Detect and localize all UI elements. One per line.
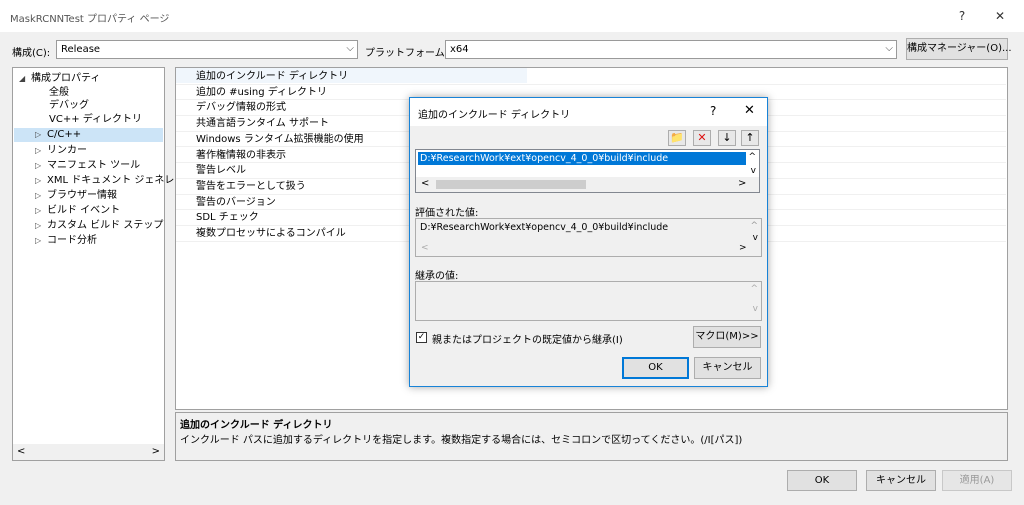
new-folder-icon[interactable]: 📁 [668,130,686,146]
help-button[interactable]: ? [952,6,972,26]
tree-item-label: マニフェスト ツール [47,160,141,171]
directory-entry[interactable]: D:¥ResearchWork¥ext¥opencv_4_0_0¥build¥i… [418,152,746,165]
description-title: 追加のインクルード ディレクトリ [180,420,333,431]
tree-item-label: 構成プロパティ [31,73,101,84]
category-tree: ◢ 構成プロパティ 全般 デバッグ VC++ ディレクトリ ▷ C/C++ ▷ リンカ… [12,67,204,461]
scroll-right-icon[interactable]: > [738,178,746,189]
expand-icon[interactable]: ▷ [35,219,47,233]
evaluated-value-box: D:¥ResearchWork¥ext¥opencv_4_0_0¥build¥i… [415,218,762,257]
expand-icon[interactable]: ▷ [35,128,47,142]
scroll-down-icon: v [752,304,758,314]
cancel-button[interactable]: キャンセル [866,470,936,491]
expand-icon[interactable]: ▷ [35,189,47,203]
scroll-down-icon[interactable]: v [751,166,756,176]
scroll-left-icon: < [421,243,429,253]
dialog-title: 追加のインクルード ディレクトリ [418,110,571,121]
collapse-icon[interactable]: ◢ [19,72,31,86]
scroll-up-icon: ^ [750,284,758,294]
chevron-down-icon: ⌵ [346,43,354,54]
tree-item-label: コード分析 [47,235,97,246]
directory-list[interactable]: D:¥ResearchWork¥ext¥opencv_4_0_0¥build¥i… [415,149,760,193]
tree-item-vc-directories[interactable]: VC++ ディレクトリ [49,113,142,127]
config-manager-button[interactable]: 構成マネージャー(O)... [906,38,1012,60]
tree-item-manifest[interactable]: ▷ マニフェスト ツール [35,159,140,173]
evaluated-label: 評価された値: [415,208,479,219]
apply-button[interactable]: 適用(A) [942,470,1012,491]
dialog-ok-button[interactable]: OK [622,357,689,379]
scroll-left-icon[interactable]: < [421,178,429,189]
include-directories-dialog: 追加のインクルード ディレクトリ ? ✕ 📁 ✕ ↓ ↑ D:¥Research… [409,97,768,387]
expand-icon[interactable]: ▷ [35,204,47,218]
scroll-thumb[interactable] [436,180,586,189]
tree-item-label: ブラウザー情報 [47,190,117,201]
tree-item-debug[interactable]: デバッグ [49,99,89,113]
tree-item-custom-build[interactable]: ▷ カスタム ビルド ステップ [35,219,163,233]
window-titlebar: MaskRCNNTest プロパティ ページ ? ✕ [0,0,1024,32]
inherit-checkbox-label[interactable]: 親またはプロジェクトの既定値から継承(I) [432,331,623,346]
dialog-titlebar: 追加のインクルード ディレクトリ ? ✕ [410,98,767,126]
property-name: 追加のインクルード ディレクトリ [196,71,349,82]
move-up-icon[interactable]: ↑ [741,130,759,146]
description-text: インクルード パスに追加するディレクトリを指定します。複数指定する場合には、セミ… [180,435,743,446]
config-select[interactable]: Release ⌵ [56,40,358,59]
tree-item-code-analysis[interactable]: ▷ コード分析 [35,234,97,248]
ok-button[interactable]: OK [787,470,857,491]
tree-item-label: C/C++ [47,129,82,140]
dialog-cancel-button[interactable]: キャンセル [694,357,761,379]
inherited-value-box: ^ v [415,281,762,321]
tree-item-browser[interactable]: ▷ ブラウザー情報 [35,189,117,203]
scroll-up-icon: ^ [750,221,758,231]
scroll-down-icon: v [752,233,758,243]
tree-item-build-events[interactable]: ▷ ビルド イベント [35,204,120,218]
chevron-down-icon: ⌵ [885,43,893,54]
dialog-close-button[interactable]: ✕ [744,103,755,118]
scroll-right-icon[interactable]: > [152,446,160,457]
scroll-right-icon: > [739,243,747,253]
platform-value: x64 [450,44,469,55]
scroll-up-icon[interactable]: ^ [748,152,756,162]
tree-item-root[interactable]: ◢ 構成プロパティ [19,72,100,86]
tree-item-label: リンカー [47,145,87,156]
tree-item-general[interactable]: 全般 [49,86,69,100]
description-panel: 追加のインクルード ディレクトリ インクルード パスに追加するディレクトリを指定… [175,412,1008,461]
macro-button[interactable]: マクロ(M)>> [693,326,761,348]
config-label: 構成(C): [12,48,51,59]
property-row[interactable]: 追加のインクルード ディレクトリ [176,69,1006,85]
config-value: Release [61,44,101,55]
inherit-checkbox[interactable]: ✓ [416,332,427,343]
tree-item-label: カスタム ビルド ステップ [47,220,164,231]
tree-item-label: ビルド イベント [47,205,121,216]
close-window-button[interactable]: ✕ [990,6,1010,26]
platform-select[interactable]: x64 ⌵ [445,40,897,59]
tree-horizontal-scrollbar[interactable]: < > [13,444,164,460]
tree-item-label: 全般 [49,87,69,98]
tree-item-cpp[interactable]: ▷ C/C++ [14,128,163,142]
expand-icon[interactable]: ▷ [35,159,47,173]
inherited-label: 継承の値: [415,271,459,282]
tree-item-label: VC++ ディレクトリ [49,114,143,125]
scroll-left-icon[interactable]: < [17,446,25,457]
tree-item-label: デバッグ [49,100,89,111]
dialog-help-button[interactable]: ? [710,104,716,118]
delete-icon[interactable]: ✕ [693,130,711,146]
expand-icon[interactable]: ▷ [35,174,47,188]
list-horizontal-scrollbar[interactable]: < > [416,177,759,192]
move-down-icon[interactable]: ↓ [718,130,736,146]
expand-icon[interactable]: ▷ [35,234,47,248]
window-title: MaskRCNNTest プロパティ ページ [10,14,170,25]
tree-item-linker[interactable]: ▷ リンカー [35,144,87,158]
evaluated-value: D:¥ResearchWork¥ext¥opencv_4_0_0¥build¥i… [420,222,669,233]
expand-icon[interactable]: ▷ [35,144,47,158]
